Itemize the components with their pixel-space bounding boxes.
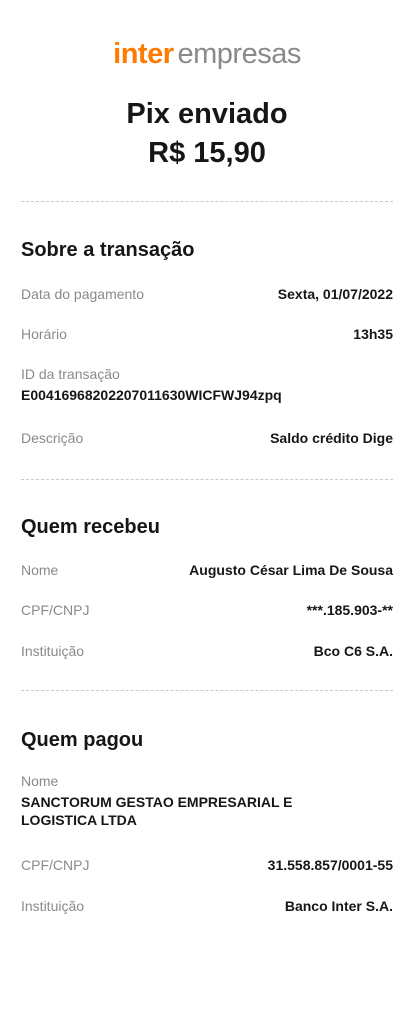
- time-value: 13h35: [353, 326, 393, 342]
- row-payment-date: Data do pagamento Sexta, 01/07/2022: [21, 286, 393, 302]
- payment-date-label: Data do pagamento: [21, 286, 144, 302]
- description-label: Descrição: [21, 430, 84, 446]
- payment-date-value: Sexta, 01/07/2022: [277, 286, 393, 302]
- receipt-title: Pix enviado: [126, 98, 288, 130]
- row-time: Horário 13h35: [21, 326, 393, 342]
- payer-institution-label: Instituição: [21, 898, 85, 914]
- row-receiver-name: Nome Augusto César Lima De Sousa: [21, 562, 393, 578]
- section-title-transaction: Sobre a transação: [21, 239, 195, 261]
- description-value: Saldo crédito Dige: [270, 430, 393, 446]
- receiver-institution-label: Instituição: [21, 643, 85, 659]
- receiver-name-value: Augusto César Lima De Sousa: [189, 562, 393, 578]
- row-receiver-institution: Instituição Bco C6 S.A.: [21, 643, 393, 659]
- divider: [21, 479, 393, 480]
- inter-empresas-logo: inter empresas: [0, 38, 414, 71]
- time-label: Horário: [21, 326, 67, 342]
- receiver-name-label: Nome: [21, 562, 59, 578]
- row-transaction-id: ID da transação E00416968202207011630WIC…: [21, 366, 393, 404]
- row-payer-name: Nome SANCTORUM GESTAO EMPRESARIAL E LOGI…: [21, 773, 393, 829]
- payer-doc-label: CPF/CNPJ: [21, 857, 90, 873]
- section-title-payer: Quem pagou: [21, 729, 144, 751]
- receipt-amount: R$ 15,90: [148, 137, 266, 169]
- receiver-doc-value: ***.185.903-**: [306, 602, 393, 618]
- row-receiver-doc: CPF/CNPJ ***.185.903-**: [21, 602, 393, 618]
- payer-institution-value: Banco Inter S.A.: [284, 898, 393, 914]
- logo-brand-secondary: empresas: [177, 38, 302, 70]
- pix-receipt: inter empresas Pix enviado R$ 15,90 Sobre…: [0, 0, 414, 1024]
- section-title-receiver: Quem recebeu: [21, 516, 160, 538]
- transaction-id-label: ID da transação: [21, 366, 120, 382]
- receiver-doc-label: CPF/CNPJ: [21, 602, 90, 618]
- row-payer-institution: Instituição Banco Inter S.A.: [21, 898, 393, 914]
- row-payer-doc: CPF/CNPJ 31.558.857/0001-55: [21, 857, 393, 873]
- divider: [21, 690, 393, 691]
- receiver-institution-value: Bco C6 S.A.: [313, 643, 393, 659]
- payer-name-value: SANCTORUM GESTAO EMPRESARIAL E LOGISTICA…: [21, 794, 293, 828]
- row-description: Descrição Saldo crédito Dige: [21, 430, 393, 446]
- transaction-id-value: E00416968202207011630WICFWJ94zpq: [21, 387, 282, 403]
- payer-doc-value: 31.558.857/0001-55: [267, 857, 393, 873]
- logo-brand-primary: inter: [113, 38, 174, 70]
- divider: [21, 201, 393, 202]
- payer-name-label: Nome: [21, 773, 59, 789]
